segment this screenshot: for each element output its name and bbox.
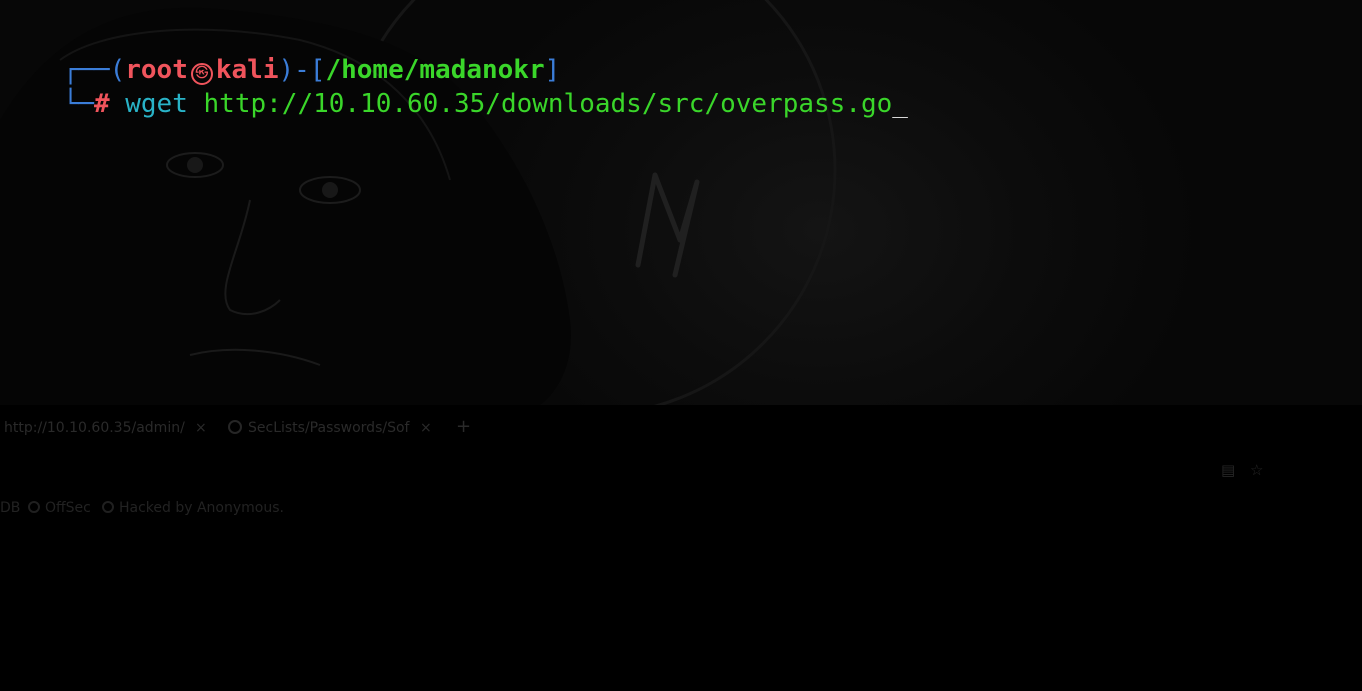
browser-tab-admin[interactable]: http://10.10.60.35/admin/	[4, 420, 185, 436]
offsec-icon	[28, 501, 40, 513]
browser-tab-seclists[interactable]: SecLists/Passwords/Sof	[228, 420, 409, 436]
bookmark-star-icon[interactable]: ☆	[1250, 463, 1264, 478]
bookmark-label: OffSec	[45, 500, 91, 516]
prompt-corner-bottom: └─	[62, 89, 94, 119]
prompt-hash: #	[93, 89, 110, 119]
command-name: wget	[125, 89, 188, 119]
reader-view-icon[interactable]: ▤	[1221, 463, 1235, 478]
terminal-cursor: _	[892, 89, 908, 119]
command-argument: http://10.10.60.35/downloads/src/overpas…	[203, 89, 893, 119]
close-tab-icon[interactable]: ×	[420, 420, 432, 436]
bookmark-label: Hacked by Anonymous.	[119, 500, 284, 516]
screen: ┌──(root ㉿ kali)-[/home/madanokr] └─# wget…	[0, 0, 1362, 691]
bookmark-hacked[interactable]: Hacked by Anonymous.	[102, 500, 284, 516]
new-tab-button[interactable]: +	[456, 416, 471, 437]
close-tab-icon[interactable]: ×	[195, 420, 207, 436]
bookmark-offsec[interactable]: OffSec	[28, 500, 91, 516]
anonymous-icon	[102, 501, 114, 513]
browser-tab-label: SecLists/Passwords/Sof	[248, 420, 410, 436]
bookmark-db[interactable]: DB	[0, 500, 20, 516]
terminal-command-line[interactable]: └─# wget http://10.10.60.35/downloads/sr…	[0, 56, 908, 152]
github-icon	[228, 420, 242, 434]
background-browser-window: http://10.10.60.35/admin/ × SecLists/Pas…	[0, 405, 1362, 525]
